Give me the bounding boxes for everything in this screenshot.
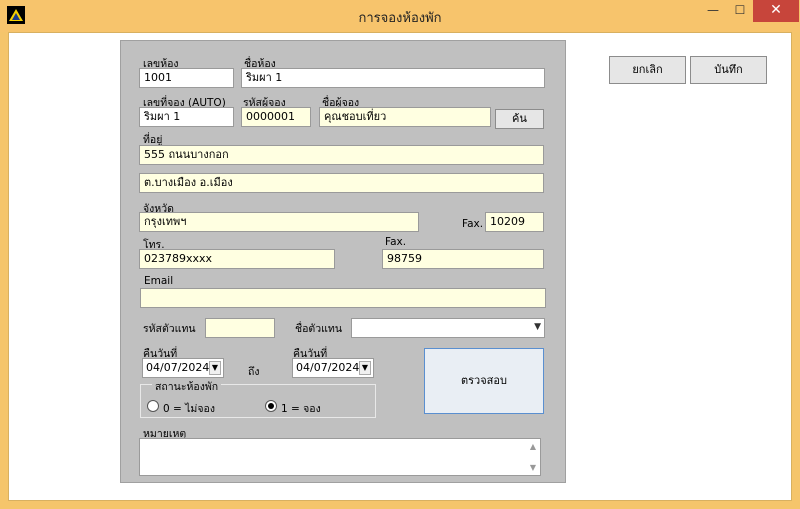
phone-field[interactable]: 023789xxxx [139,249,335,269]
radio-booked[interactable] [265,400,277,412]
maximize-button[interactable]: ☐ [727,0,753,22]
postcode-field[interactable]: 10209 [485,212,544,232]
chevron-down-icon: ▼ [534,322,541,332]
radio-booked-label[interactable]: 1 = จอง [281,400,321,417]
agent-name-label: ชื่อตัวแทน [295,323,343,335]
checkout-date-picker[interactable]: 04/07/2024 ▼ [292,358,374,378]
radio-not-booked[interactable] [147,400,159,412]
room-status-label: สถานะห้องพัก [152,378,222,395]
save-button[interactable]: บันทึก [690,56,767,84]
agent-code-field[interactable] [205,318,275,338]
room-name-field[interactable]: ริมผา 1 [241,68,545,88]
calendar-dropdown-icon[interactable]: ▼ [209,361,221,375]
title-bar: การจองห้องพัก — ☐ ✕ [0,0,800,32]
note-textarea[interactable]: ▲ ▼ [139,438,541,476]
room-no-field[interactable]: 1001 [139,68,234,88]
to-label: ถึง [248,366,260,378]
agent-name-select[interactable]: ▼ [351,318,545,338]
checkout-date-value: 04/07/2024 [296,361,360,374]
fax-field[interactable]: 98759 [382,249,544,269]
booking-no-field[interactable]: ริมผา 1 [139,107,234,127]
search-button[interactable]: ค้น [495,109,544,129]
scroll-up-icon[interactable]: ▲ [530,442,536,451]
close-button[interactable]: ✕ [753,0,799,22]
address-line2-field[interactable]: ต.บางเมือง อ.เมือง [139,173,544,193]
minimize-button[interactable]: — [700,0,726,22]
booker-code-field[interactable]: 0000001 [241,107,311,127]
checkin-date-value: 04/07/2024 [146,361,210,374]
window-title: การจองห้องพัก [358,11,442,26]
cancel-button[interactable]: ยกเลิก [609,56,686,84]
fax-label: Fax. [385,236,407,248]
checkin-date-picker[interactable]: 04/07/2024 ▼ [142,358,224,378]
email-field[interactable] [140,288,546,308]
radio-selected-dot [268,403,274,409]
calendar-dropdown-icon[interactable]: ▼ [359,361,371,375]
agent-code-label: รหัสตัวแทน [143,323,196,335]
radio-not-booked-label[interactable]: 0 = ไม่จอง [163,400,215,417]
postcode-label: Fax. [462,218,484,230]
address-line1-field[interactable]: 555 ถนนบางกอก [139,145,544,165]
check-availability-button[interactable]: ตรวจสอบ [424,348,544,414]
booker-name-field[interactable]: คุณชอบเที่ยว [319,107,491,127]
scroll-down-icon[interactable]: ▼ [530,463,536,472]
email-label: Email [144,275,174,287]
province-field[interactable]: กรุงเทพฯ [139,212,419,232]
